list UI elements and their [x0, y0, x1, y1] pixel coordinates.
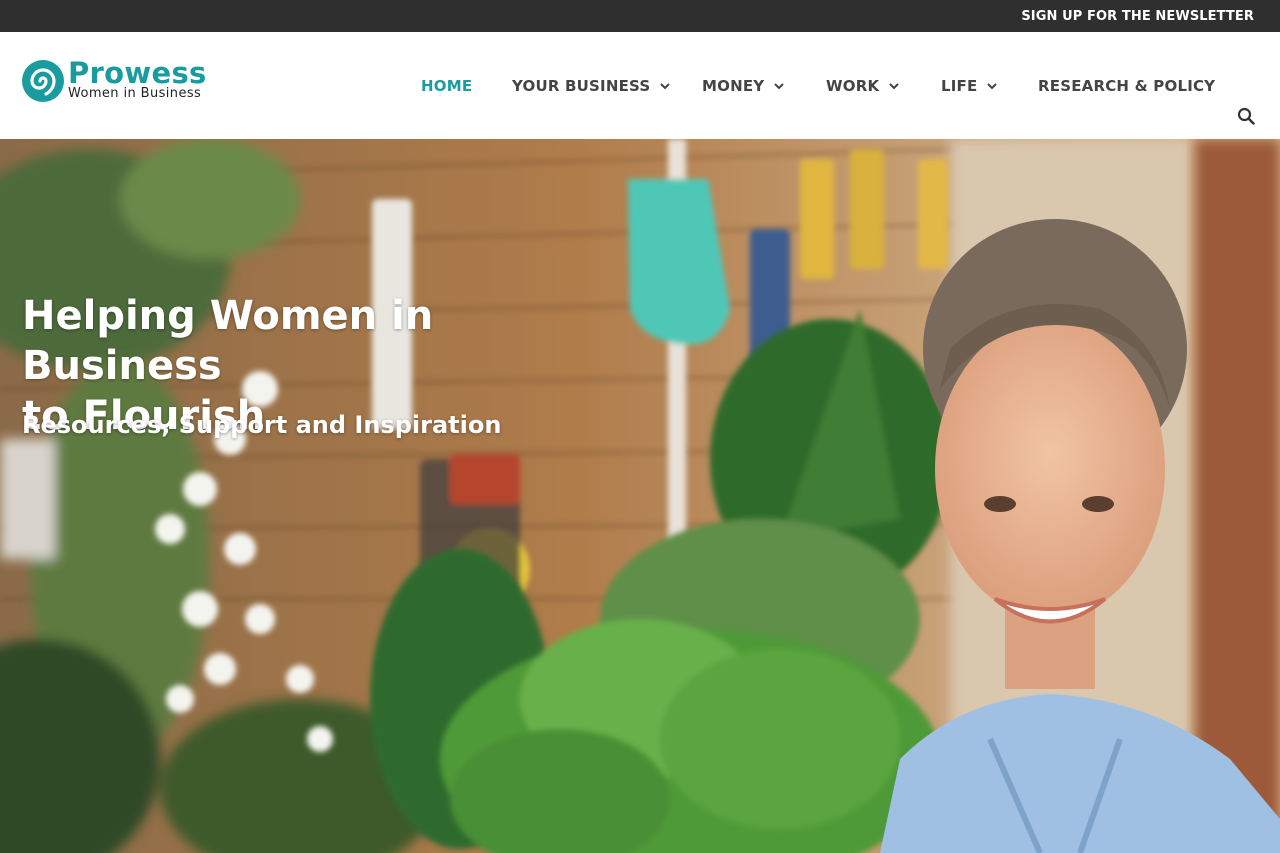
nav-item-label: RESEARCH & POLICY: [1038, 77, 1216, 95]
nav-item-life[interactable]: LIFE: [941, 77, 998, 95]
nav-item-label: LIFE: [941, 77, 978, 95]
search-icon[interactable]: [1237, 107, 1255, 125]
site-header: Prowess Women in Business HOME YOUR BUSI…: [0, 32, 1280, 139]
chevron-down-icon: [774, 83, 785, 90]
newsletter-signup-link[interactable]: SIGN UP FOR THE NEWSLETTER: [1021, 9, 1254, 24]
logo-tagline: Women in Business: [68, 86, 202, 101]
nav-item-label: YOUR BUSINESS: [512, 77, 651, 95]
chevron-down-icon: [660, 83, 671, 90]
hero-title-line-1: Helping Women in Business: [22, 293, 434, 389]
nav-item-home[interactable]: HOME: [421, 77, 472, 95]
nav-item-label: MONEY: [702, 77, 765, 95]
nav-item-research-policy[interactable]: RESEARCH & POLICY: [1038, 77, 1215, 95]
nav-item-money[interactable]: MONEY: [702, 77, 785, 95]
spiral-logo-icon: [22, 60, 64, 102]
chevron-down-icon: [889, 83, 899, 90]
logo-name: Prowess: [68, 56, 207, 90]
nav-item-label: HOME: [421, 77, 473, 95]
hero-photo-garden-shop: [0, 139, 1280, 853]
nav-item-your-business[interactable]: YOUR BUSINESS: [512, 77, 671, 95]
nav-item-work[interactable]: WORK: [826, 77, 899, 95]
top-bar: SIGN UP FOR THE NEWSLETTER: [0, 0, 1280, 32]
site-logo[interactable]: Prowess Women in Business: [21, 56, 221, 108]
hero-banner: Helping Women in Business to Flourish Re…: [0, 139, 1280, 853]
chevron-down-icon: [987, 83, 998, 90]
nav-item-label: WORK: [826, 77, 880, 95]
hero-subtitle: Resources, Support and Inspiration: [22, 411, 502, 439]
